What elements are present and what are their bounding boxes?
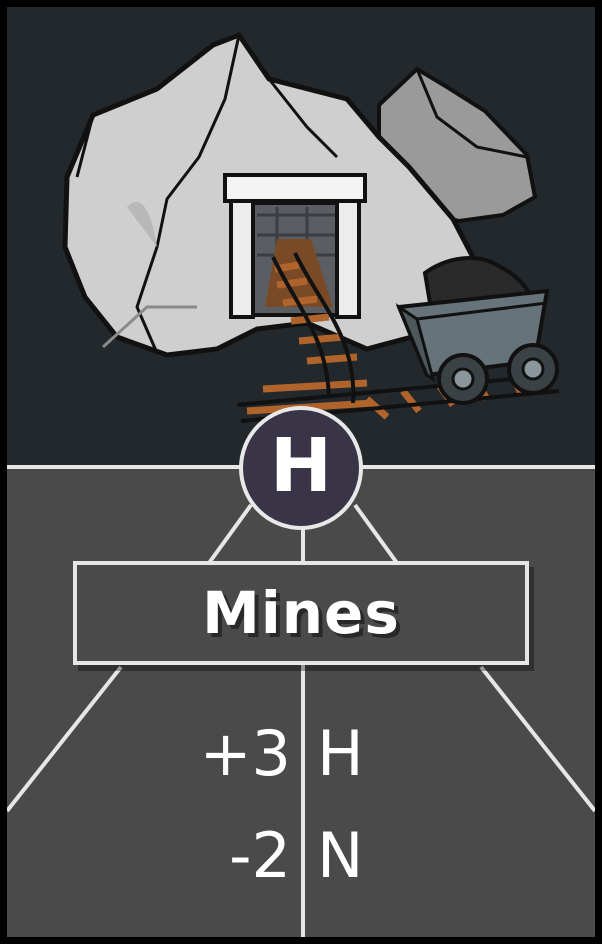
resource-card[interactable]: H Mines +3 H -2 N bbox=[0, 0, 602, 944]
effect-resource: H bbox=[317, 717, 364, 790]
effect-row: -2 N bbox=[7, 811, 595, 901]
card-title: Mines bbox=[202, 579, 400, 647]
effect-row: +3 H bbox=[7, 709, 595, 799]
badge-letter: H bbox=[270, 423, 332, 509]
effect-amount: +3 bbox=[199, 717, 291, 790]
card-title-box: Mines bbox=[73, 561, 529, 665]
effect-resource: N bbox=[317, 819, 364, 892]
card-body: H Mines +3 H -2 N bbox=[7, 7, 595, 937]
letter-badge-icon: H bbox=[239, 406, 363, 530]
effect-amount: -2 bbox=[229, 819, 291, 892]
